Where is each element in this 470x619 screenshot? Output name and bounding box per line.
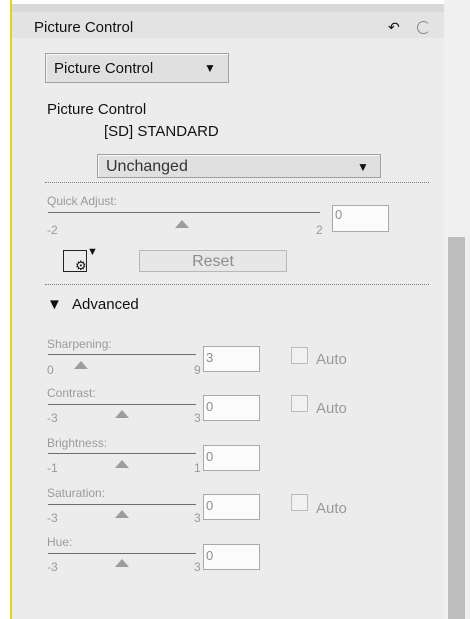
divider [45, 284, 429, 285]
contrast-value[interactable]: 0 [203, 395, 260, 421]
contrast-max: 3 [194, 411, 201, 425]
quick-adjust-label: Quick Adjust: [47, 194, 118, 208]
panel-header: Picture Control ↶ [12, 12, 444, 38]
hue-min: -3 [47, 560, 58, 574]
contrast-thumb[interactable] [115, 410, 129, 418]
preset-select-value: Unchanged [106, 158, 188, 175]
saturation-max: 3 [194, 511, 201, 525]
contrast-auto-label: Auto [316, 400, 347, 417]
picture-control-label: Picture Control [47, 101, 147, 118]
hue-thumb[interactable] [115, 559, 129, 567]
contrast-min: -3 [47, 411, 58, 425]
saturation-thumb[interactable] [115, 510, 129, 518]
panel-title: Picture Control [34, 19, 134, 36]
saturation-label: Saturation: [47, 486, 106, 500]
quick-adjust-max: 2 [316, 223, 323, 237]
picture-control-dropdown[interactable]: Picture Control ▼ [45, 53, 229, 83]
quick-adjust-min: -2 [47, 223, 58, 237]
panel-top-strip [12, 4, 444, 12]
quick-adjust-track [48, 212, 320, 213]
saturation-auto-checkbox[interactable] [291, 494, 308, 511]
brightness-max: 1 [194, 461, 201, 475]
picture-control-dropdown-value: Picture Control [54, 60, 154, 77]
chevron-down-icon: ▼ [47, 296, 62, 313]
contrast-auto-checkbox[interactable] [291, 395, 308, 412]
hue-max: 3 [194, 560, 201, 574]
sharpening-track [48, 354, 196, 355]
advanced-label: Advanced [72, 296, 139, 313]
saturation-auto-label: Auto [316, 500, 347, 517]
contrast-track [48, 404, 196, 405]
brightness-track [48, 453, 196, 454]
chevron-down-icon: ▼ [204, 61, 216, 75]
preset-select[interactable]: Unchanged ▼ [97, 154, 381, 178]
saturation-track [48, 504, 196, 505]
loading-spinner-icon [417, 21, 430, 34]
saturation-min: -3 [47, 511, 58, 525]
display-settings-icon[interactable]: ⚙ ▼ [63, 246, 98, 273]
divider [45, 182, 429, 183]
advanced-toggle[interactable]: ▼ Advanced [47, 296, 139, 313]
current-picture-control: [SD] STANDARD [104, 123, 219, 140]
brightness-label: Brightness: [47, 436, 108, 450]
sharpening-thumb[interactable] [74, 361, 88, 369]
quick-adjust-value[interactable]: 0 [332, 205, 389, 232]
hue-track [48, 553, 196, 554]
saturation-value[interactable]: 0 [203, 494, 260, 520]
brightness-min: -1 [47, 461, 58, 475]
reset-button[interactable]: Reset [139, 250, 287, 272]
chevron-down-icon: ▼ [357, 160, 369, 174]
hue-value[interactable]: 0 [203, 544, 260, 570]
sharpening-min: 0 [47, 363, 54, 377]
vertical-scrollbar[interactable] [448, 237, 465, 619]
gear-icon: ⚙ [75, 258, 87, 273]
contrast-label: Contrast: [47, 386, 96, 400]
sharpening-auto-checkbox[interactable] [291, 347, 308, 364]
hue-label: Hue: [47, 535, 73, 549]
sharpening-auto-label: Auto [316, 351, 347, 368]
menu-arrow-icon: ▼ [87, 246, 98, 258]
left-gutter [0, 0, 10, 619]
brightness-value[interactable]: 0 [203, 445, 260, 471]
quick-adjust-thumb[interactable] [175, 220, 189, 228]
sharpening-label: Sharpening: [47, 337, 112, 351]
brightness-thumb[interactable] [115, 460, 129, 468]
sharpening-max: 9 [194, 363, 201, 377]
picture-control-panel: Picture Control ↶ Picture Control ▼ Pict… [12, 4, 444, 619]
undo-icon[interactable]: ↶ [388, 19, 400, 36]
sharpening-value[interactable]: 3 [203, 346, 260, 372]
